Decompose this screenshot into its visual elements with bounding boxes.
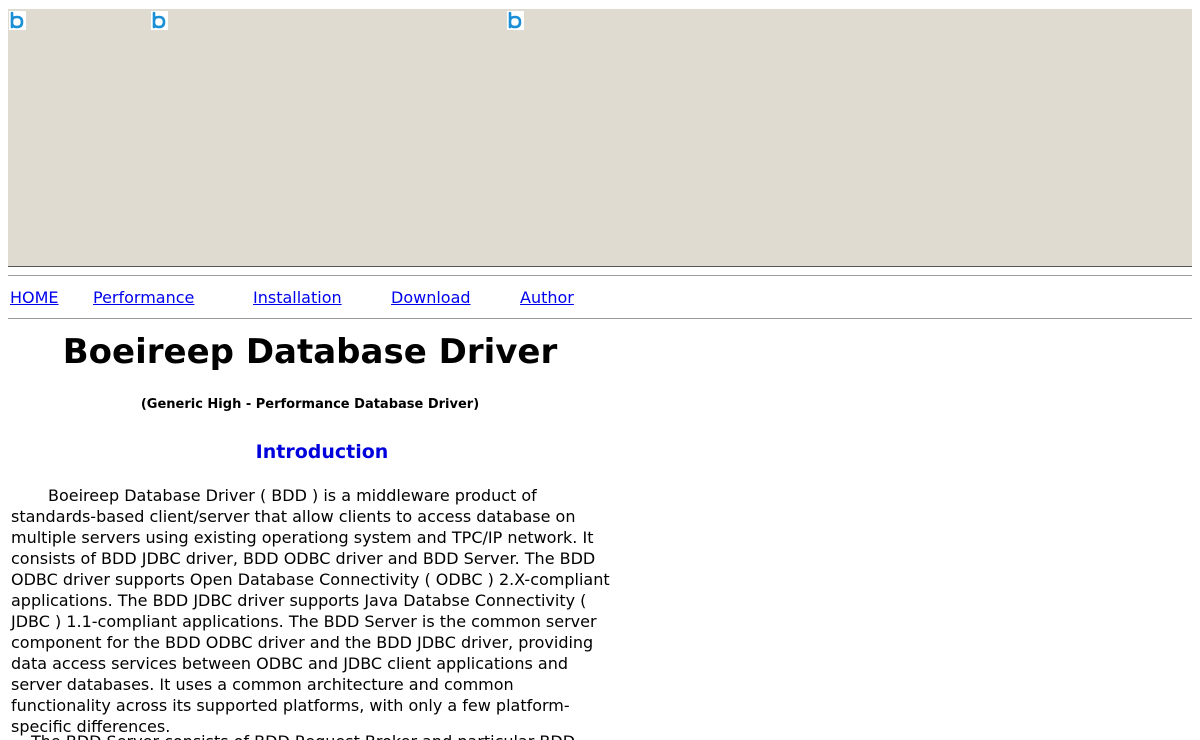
banner <box>8 9 1192 267</box>
nav-link-download[interactable]: Download <box>391 288 471 308</box>
page-title: Boeireep Database Driver <box>62 332 558 372</box>
page-subtitle: (Generic High - Performance Database Dri… <box>140 397 480 412</box>
section-heading-introduction: Introduction <box>255 441 389 463</box>
logo-icon <box>9 11 26 30</box>
logo-icon <box>507 11 524 30</box>
nav-link-installation[interactable]: Installation <box>253 288 342 308</box>
intro-paragraph: Boeireep Database Driver ( BDD ) is a mi… <box>11 486 610 736</box>
page: HOME Performance Installation Download A… <box>0 0 1200 740</box>
nav-link-author[interactable]: Author <box>520 288 574 308</box>
logo-icon <box>151 11 168 30</box>
nav-link-performance[interactable]: Performance <box>93 288 194 308</box>
server-paragraph: The BDD Server consists of BDD Request B… <box>11 731 611 740</box>
nav-divider-bottom <box>8 318 1192 319</box>
nav-divider-top <box>8 275 1192 276</box>
nav-link-home[interactable]: HOME <box>10 288 59 308</box>
